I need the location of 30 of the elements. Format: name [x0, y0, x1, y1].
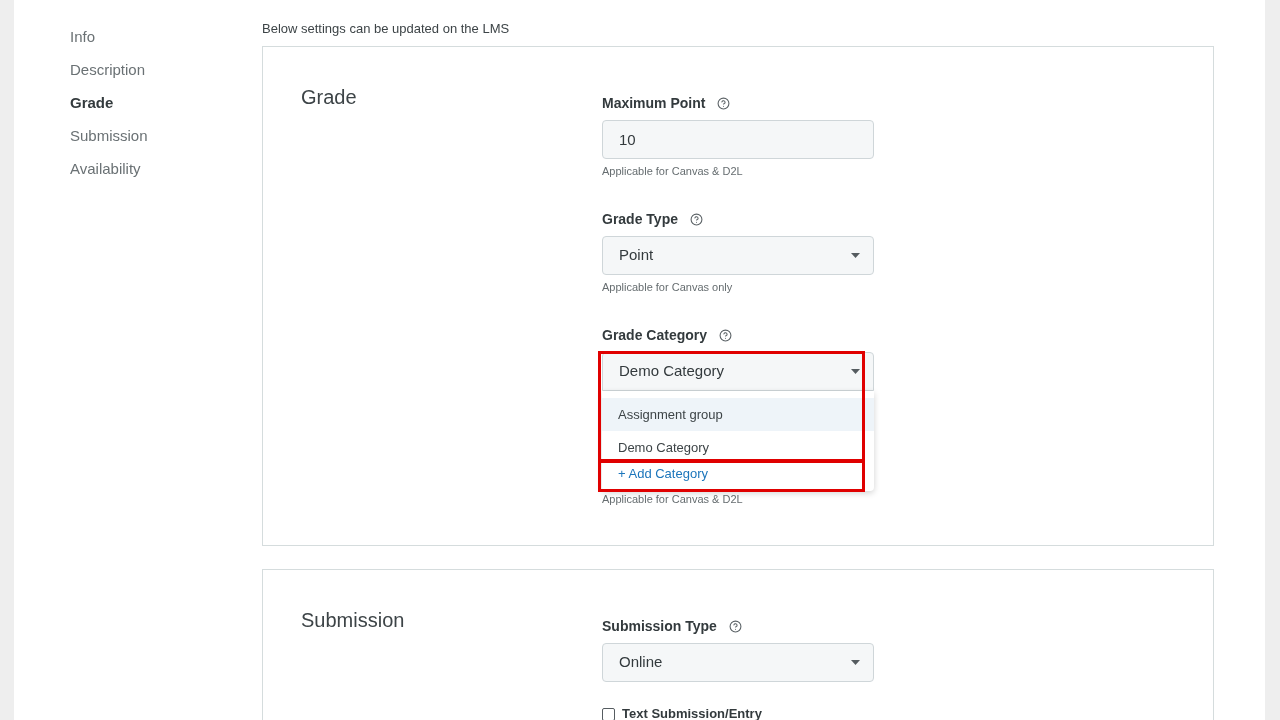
- notice-text: Below settings can be updated on the LMS: [262, 21, 511, 37]
- help-icon[interactable]: [728, 619, 742, 633]
- help-icon[interactable]: [690, 212, 703, 226]
- section-title: Grade: [301, 85, 358, 109]
- checkbox[interactable]: [602, 707, 615, 720]
- sidebar-item[interactable]: Availability: [70, 158, 262, 180]
- help-icon[interactable]: [717, 96, 731, 110]
- sidebar-item[interactable]: Description: [70, 59, 262, 81]
- dropdown-option[interactable]: Assignment group: [602, 398, 874, 431]
- caret-icon: [851, 369, 860, 374]
- caret-icon: [851, 253, 860, 258]
- sidebar-item[interactable]: Info: [70, 26, 262, 48]
- input-field[interactable]: 10: [602, 120, 874, 159]
- select-field[interactable]: Point: [602, 236, 874, 275]
- field-label: Grade Type: [602, 210, 678, 229]
- help-icon[interactable]: [719, 328, 733, 342]
- section-title: Submission: [301, 608, 406, 632]
- dropdown-option[interactable]: Demo Category: [602, 431, 874, 457]
- select-field[interactable]: Online: [602, 643, 874, 682]
- field-label: Submission Type: [602, 617, 717, 636]
- add-category-link[interactable]: + Add Category: [602, 464, 874, 484]
- hint-text: Applicable for Canvas & D2L: [602, 164, 744, 178]
- sidebar-item[interactable]: Submission: [70, 125, 262, 147]
- sidebar-item[interactable]: Grade: [70, 92, 262, 114]
- field-label: Grade Category: [602, 326, 708, 345]
- hint-text: Applicable for Canvas & D2L: [602, 492, 744, 506]
- hint-text: Applicable for Canvas only: [602, 280, 734, 294]
- field-label: Maximum Point: [602, 94, 706, 113]
- caret-icon: [851, 660, 860, 665]
- select-field[interactable]: Demo Category: [602, 352, 874, 391]
